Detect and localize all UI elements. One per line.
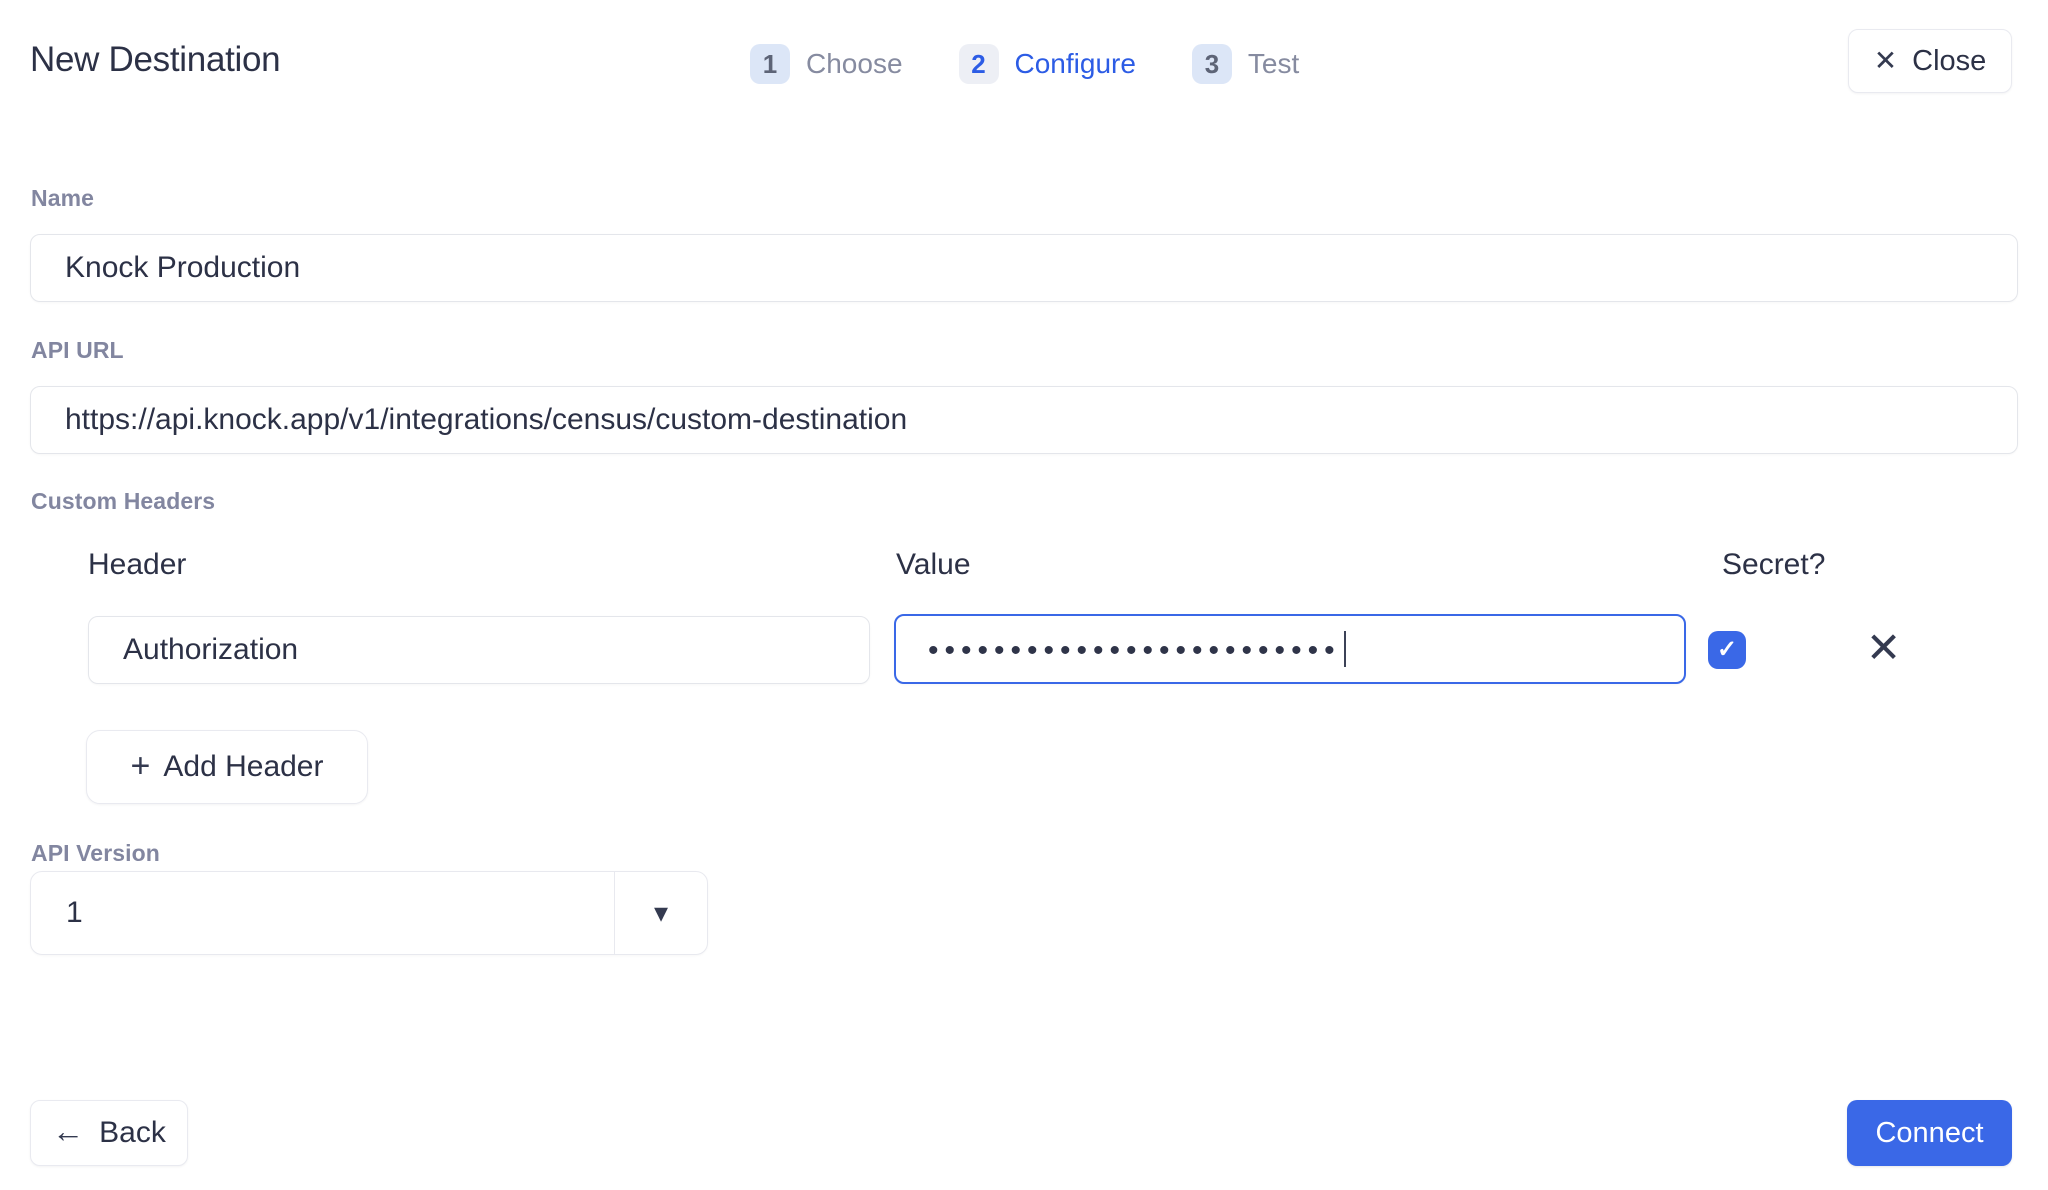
stepper-step-test[interactable]: 3 Test <box>1192 44 1299 84</box>
column-label-value: Value <box>896 548 971 582</box>
page-title: New Destination <box>30 40 280 80</box>
step-number-badge: 1 <box>750 44 790 84</box>
remove-icon: ✕ <box>1866 624 1901 671</box>
header-key-value: Authorization <box>123 633 298 667</box>
close-button[interactable]: ✕ Close <box>1848 29 2012 93</box>
custom-headers-label: Custom Headers <box>31 488 215 515</box>
step-label: Configure <box>1015 48 1136 80</box>
secret-checkbox[interactable]: ✓ <box>1708 631 1746 669</box>
column-label-header: Header <box>88 548 186 582</box>
close-button-label: Close <box>1912 45 1986 78</box>
back-button-label: Back <box>99 1116 166 1150</box>
add-header-button-label: Add Header <box>163 750 323 784</box>
connect-button[interactable]: Connect <box>1847 1100 2012 1166</box>
stepper-step-choose[interactable]: 1 Choose <box>750 44 903 84</box>
new-destination-dialog: New Destination 1 Choose 2 Configure 3 T… <box>0 0 2048 1190</box>
step-number-badge: 2 <box>959 44 999 84</box>
add-header-button[interactable]: + Add Header <box>86 730 368 804</box>
header-value-input[interactable]: ••••••••••••••••••••••••• <box>894 614 1686 684</box>
stepper: 1 Choose 2 Configure 3 Test <box>750 44 1299 84</box>
column-label-secret: Secret? <box>1722 548 1825 582</box>
header-key-input[interactable]: Authorization <box>88 616 870 684</box>
step-label: Test <box>1248 48 1299 80</box>
step-number-badge: 3 <box>1192 44 1232 84</box>
connect-button-label: Connect <box>1875 1117 1983 1150</box>
remove-header-button[interactable]: ✕ <box>1866 627 1901 669</box>
back-arrow-icon: ← <box>52 1115 84 1147</box>
stepper-step-configure[interactable]: 2 Configure <box>959 44 1136 84</box>
text-cursor <box>1344 631 1346 667</box>
name-input[interactable]: Knock Production <box>30 234 2018 302</box>
step-label: Choose <box>806 48 903 80</box>
back-button[interactable]: ← Back <box>30 1100 188 1166</box>
close-icon: ✕ <box>1874 47 1897 75</box>
name-label: Name <box>31 185 94 212</box>
masked-secret-value: ••••••••••••••••••••••••• <box>928 636 1341 666</box>
api-url-label: API URL <box>31 337 124 364</box>
api-url-input-value: https://api.knock.app/v1/integrations/ce… <box>65 403 907 437</box>
checkmark-icon: ✓ <box>1717 638 1737 662</box>
chevron-down-icon: ▾ <box>654 899 668 927</box>
select-arrow-zone[interactable]: ▾ <box>615 899 707 927</box>
api-url-input[interactable]: https://api.knock.app/v1/integrations/ce… <box>30 386 2018 454</box>
api-version-label: API Version <box>31 840 160 867</box>
api-version-select[interactable]: 1 ▾ <box>30 871 708 955</box>
name-input-value: Knock Production <box>65 251 300 285</box>
api-version-selected-value: 1 <box>31 896 614 930</box>
plus-icon: + <box>131 749 151 783</box>
